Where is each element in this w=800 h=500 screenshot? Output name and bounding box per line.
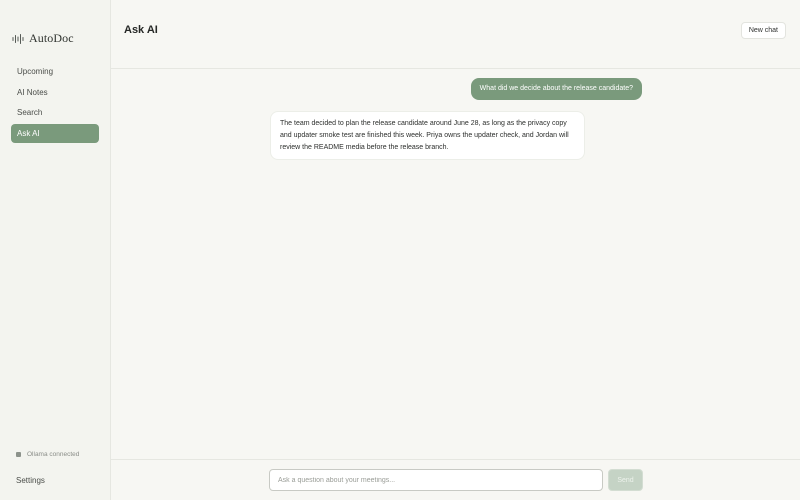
- settings-link[interactable]: Settings: [16, 476, 110, 485]
- sidebar-item-upcoming[interactable]: Upcoming: [11, 62, 99, 81]
- status-text: Ollama connected: [27, 451, 80, 458]
- waveform-icon: [12, 32, 24, 44]
- main-panel: Ask AI New chat What did we decide about…: [111, 0, 800, 500]
- conversation: What did we decide about the release can…: [111, 69, 800, 459]
- assistant-message: The team decided to plan the release can…: [270, 111, 585, 161]
- status-indicator-icon: [16, 452, 21, 457]
- sidebar-item-search[interactable]: Search: [11, 103, 99, 122]
- sidebar-item-ai-notes[interactable]: AI Notes: [11, 83, 99, 102]
- connection-status: Ollama connected: [16, 451, 110, 458]
- app-name: AutoDoc: [29, 30, 74, 45]
- page-title: Ask AI: [124, 24, 158, 36]
- question-input[interactable]: [269, 469, 603, 491]
- send-button[interactable]: Send: [608, 469, 643, 491]
- sidebar: AutoDoc Upcoming AI Notes Search Ask AI …: [0, 0, 111, 500]
- composer: Send: [111, 459, 800, 500]
- page-header: Ask AI New chat: [111, 0, 800, 69]
- user-message: What did we decide about the release can…: [470, 78, 642, 100]
- sidebar-item-ask-ai[interactable]: Ask AI: [11, 123, 99, 143]
- sidebar-footer: Ollama connected Settings: [0, 451, 110, 500]
- brand: AutoDoc: [12, 28, 110, 48]
- sidebar-nav: Upcoming AI Notes Search Ask AI: [0, 62, 110, 144]
- new-chat-button[interactable]: New chat: [740, 21, 786, 39]
- app-window: AutoDoc Upcoming AI Notes Search Ask AI …: [0, 0, 800, 500]
